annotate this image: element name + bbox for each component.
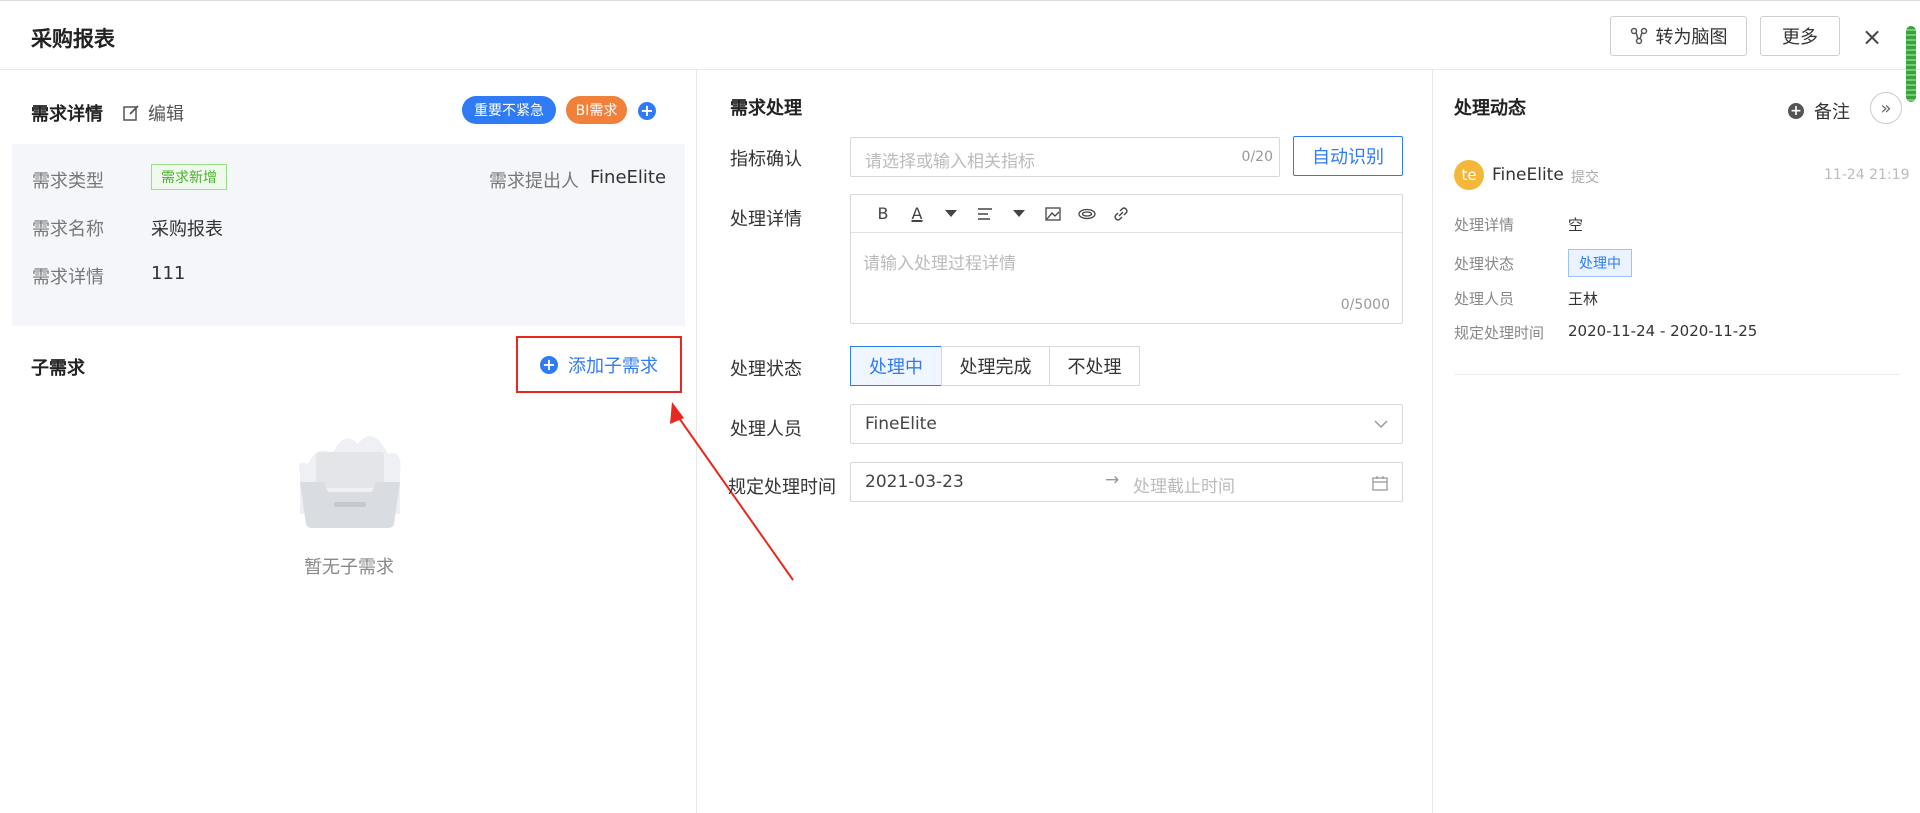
detail-editor[interactable]: B A 请输入处理过程详情 0/5000 bbox=[850, 194, 1403, 324]
submitter-key: 需求提出人 bbox=[489, 171, 579, 192]
attachment-icon[interactable] bbox=[1077, 202, 1097, 226]
align-dropdown-icon[interactable] bbox=[1009, 202, 1029, 226]
activity-value-detail: 空 bbox=[1568, 216, 1584, 234]
status-option-processing[interactable]: 处理中 bbox=[850, 346, 942, 386]
activity-key-status: 处理状态 bbox=[1454, 255, 1515, 273]
expand-icon[interactable]: » bbox=[1870, 92, 1902, 124]
note-label: 备注 bbox=[1814, 102, 1850, 123]
align-icon[interactable] bbox=[975, 202, 995, 226]
more-button[interactable]: 更多 bbox=[1760, 16, 1840, 56]
status-option-done[interactable]: 处理完成 bbox=[941, 346, 1050, 386]
details-section-title: 需求详情 bbox=[31, 104, 103, 125]
add-note-button[interactable]: + 备注 bbox=[1788, 98, 1850, 124]
detail-counter: 0/5000 bbox=[1340, 297, 1390, 313]
detail-box: 需求类型 需求新增 需求提出人 FineElite 需求名称 采购报表 需求详情… bbox=[12, 144, 685, 326]
avatar: te bbox=[1454, 160, 1484, 190]
add-note-icon: + bbox=[1788, 103, 1804, 119]
activity-key-detail: 处理详情 bbox=[1454, 216, 1515, 234]
handler-value: FineElite bbox=[865, 414, 937, 434]
time-label: 规定处理时间 bbox=[728, 477, 836, 498]
add-sub-label: 添加子需求 bbox=[568, 355, 658, 377]
font-color-button[interactable]: A bbox=[907, 202, 927, 226]
time-start: 2021-03-23 bbox=[865, 472, 964, 492]
processing-title: 需求处理 bbox=[730, 98, 802, 119]
activity-panel: 处理动态 + 备注 » te FineElite 提交 11-24 21:19 … bbox=[1434, 70, 1920, 813]
activity-value-time: 2020-11-24 - 2020-11-25 bbox=[1568, 322, 1758, 340]
activity-value-handler: 王林 bbox=[1568, 290, 1599, 308]
close-icon[interactable]: × bbox=[1862, 23, 1882, 51]
metric-input[interactable]: 请选择或输入相关指标 0/20 bbox=[850, 137, 1280, 177]
link-icon[interactable] bbox=[1111, 202, 1131, 226]
detail-label: 处理详情 bbox=[730, 209, 802, 230]
submitter-value: FineElite bbox=[590, 167, 667, 188]
bi-tag: BI需求 bbox=[566, 96, 627, 124]
activity-time: 11-24 21:19 bbox=[1824, 167, 1910, 183]
add-circle-icon: + bbox=[540, 355, 558, 374]
edit-label: 编辑 bbox=[148, 104, 184, 125]
add-sub-requirement-button[interactable]: + 添加子需求 bbox=[516, 336, 682, 393]
metric-counter: 0/20 bbox=[1241, 149, 1273, 165]
empty-box-icon bbox=[299, 436, 401, 528]
convert-mindmap-button[interactable]: 转为脑图 bbox=[1610, 16, 1747, 56]
field-key-name: 需求名称 bbox=[32, 219, 104, 240]
calendar-icon bbox=[1372, 476, 1388, 491]
bold-button[interactable]: B bbox=[873, 202, 893, 226]
auto-identify-button[interactable]: 自动识别 bbox=[1293, 136, 1403, 176]
add-tag-icon[interactable]: + bbox=[638, 102, 656, 120]
status-label: 处理状态 bbox=[730, 359, 802, 380]
activity-status-tag: 处理中 bbox=[1568, 249, 1632, 277]
requirement-detail-panel: 需求详情 编辑 重要不紧急 BI需求 + 需求类型 需求新增 需求提出人 Fin… bbox=[0, 70, 697, 813]
time-range-picker[interactable]: 2021-03-23 → 处理截止时间 bbox=[850, 462, 1403, 502]
divider bbox=[1454, 374, 1900, 375]
field-value-detail: 111 bbox=[151, 263, 186, 284]
field-value-name: 采购报表 bbox=[151, 219, 223, 240]
edit-icon bbox=[123, 105, 139, 121]
metric-placeholder: 请选择或输入相关指标 bbox=[865, 152, 1035, 172]
activity-key-time: 规定处理时间 bbox=[1454, 324, 1545, 342]
chevron-down-icon bbox=[1374, 420, 1388, 429]
metric-label: 指标确认 bbox=[730, 149, 802, 170]
type-tag: 需求新增 bbox=[151, 164, 227, 190]
processing-panel: 需求处理 指标确认 请选择或输入相关指标 0/20 自动识别 处理详情 B A … bbox=[698, 70, 1433, 813]
detail-placeholder: 请输入处理过程详情 bbox=[863, 254, 1016, 274]
activity-key-handler: 处理人员 bbox=[1454, 290, 1515, 308]
mindmap-icon bbox=[1630, 27, 1647, 45]
activity-title: 处理动态 bbox=[1454, 98, 1526, 119]
image-icon[interactable] bbox=[1043, 202, 1063, 226]
convert-mindmap-label: 转为脑图 bbox=[1655, 27, 1728, 48]
priority-tag: 重要不紧急 bbox=[462, 96, 556, 124]
field-key-detail: 需求详情 bbox=[32, 267, 104, 288]
field-key-type: 需求类型 bbox=[32, 171, 104, 192]
status-option-skip[interactable]: 不处理 bbox=[1049, 346, 1140, 386]
sub-requirement-title: 子需求 bbox=[31, 358, 85, 379]
activity-user: FineElite bbox=[1492, 165, 1564, 185]
font-color-dropdown-icon[interactable] bbox=[941, 202, 961, 226]
editor-toolbar: B A bbox=[851, 195, 1402, 233]
arrow-right-icon: → bbox=[1105, 470, 1120, 490]
activity-action: 提交 bbox=[1571, 170, 1599, 186]
edit-button[interactable]: 编辑 bbox=[122, 100, 184, 126]
time-end-placeholder: 处理截止时间 bbox=[1133, 477, 1235, 497]
handler-label: 处理人员 bbox=[730, 419, 802, 440]
handler-select[interactable]: FineElite bbox=[850, 404, 1403, 444]
header-bar: 采购报表 转为脑图 更多 × bbox=[0, 0, 1920, 70]
page-title: 采购报表 bbox=[31, 27, 115, 51]
empty-text: 暂无子需求 bbox=[304, 557, 394, 578]
